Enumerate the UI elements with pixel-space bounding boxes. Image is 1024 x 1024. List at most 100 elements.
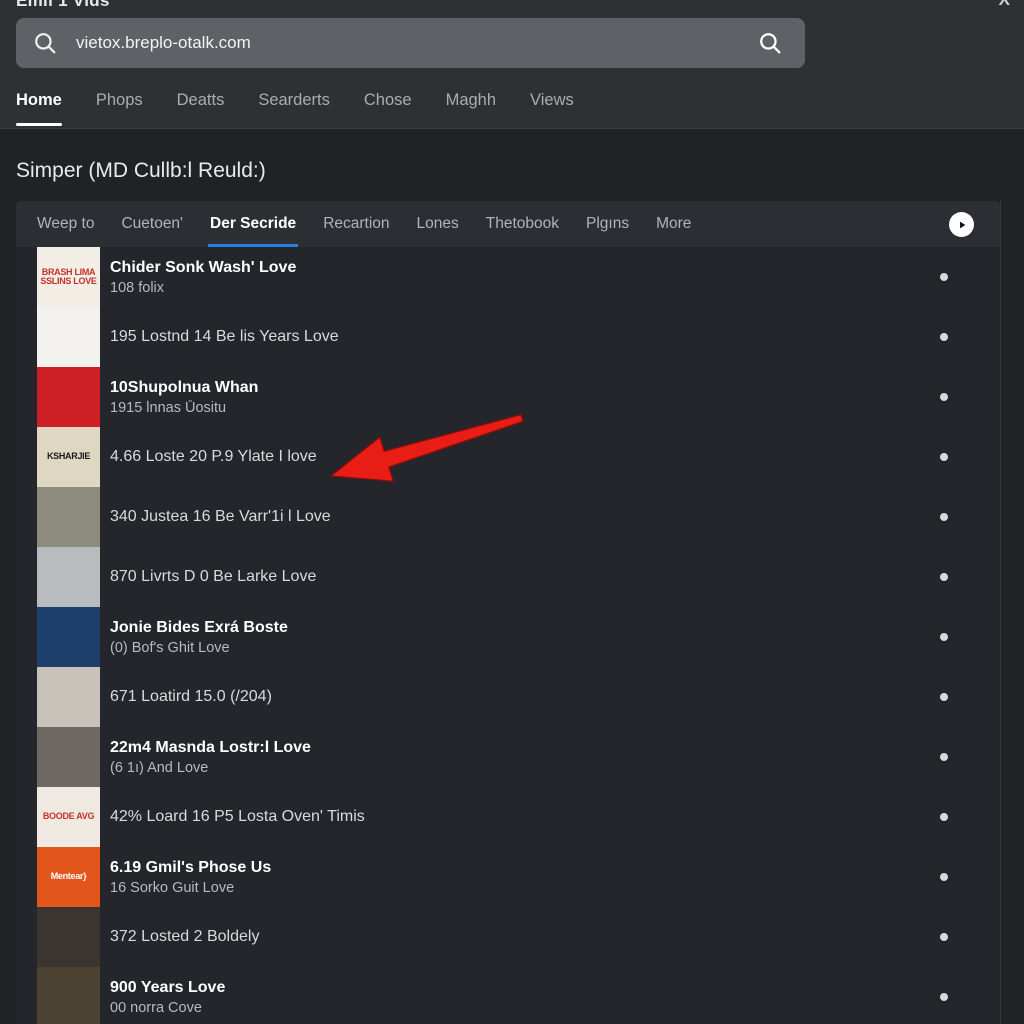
bullet-dot-icon[interactable] (940, 753, 948, 761)
window-title-clipped: Emil 1 Vids (16, 0, 110, 10)
thumbnail[interactable]: Mentear} (37, 847, 100, 907)
list-item-text: 372 Losted 2 Boldely (110, 907, 940, 967)
search-submit-icon[interactable] (757, 30, 783, 56)
bullet-dot-icon[interactable] (940, 813, 948, 821)
window-close-clipped[interactable]: X (999, 0, 1010, 10)
bullet-dot-icon[interactable] (940, 273, 948, 281)
thumbnail-artwork (37, 667, 100, 727)
thumbnail[interactable] (37, 607, 100, 667)
list-item-title: 195 Lostnd 14 Be lis Years Love (110, 328, 339, 345)
thumbnail-artwork (37, 967, 100, 1024)
thumbnail[interactable] (37, 487, 100, 547)
bullet-dot-icon[interactable] (940, 333, 948, 341)
nav-tab-phops[interactable]: Phops (96, 82, 143, 129)
list-item-title: Chider Sonk Wash' Love (110, 258, 297, 276)
sub-tab-lones[interactable]: Lones (417, 201, 459, 247)
thumbnail[interactable] (37, 547, 100, 607)
list-item-title: 900 Years Love (110, 978, 226, 996)
thumbnail-artwork: BRASH LIMA SSLINS LOVE (37, 247, 100, 307)
search-input[interactable]: vietox.breplo-otalk.com (76, 33, 757, 53)
list-item-subtitle: (0) Bof's Ghit Love (110, 639, 230, 656)
list-item-text: 4.66 Loste 20 P.9 Ylate I love (110, 427, 940, 487)
search-bar[interactable]: vietox.breplo-otalk.com (16, 18, 805, 68)
list-item-title: 870 Livrts D 0 Be Larke Love (110, 568, 317, 585)
thumbnail-artwork (37, 727, 100, 787)
list-item[interactable]: 195 Lostnd 14 Be lis Years Love (16, 307, 1000, 367)
thumbnail[interactable] (37, 727, 100, 787)
thumbnail-artwork: Mentear} (37, 847, 100, 907)
list-item-title: 4.66 Loste 20 P.9 Ylate I love (110, 448, 317, 465)
sub-tab-thetobook[interactable]: Thetobook (486, 201, 559, 247)
list-item-text: 6.19 Gmil's Phose Us 16 Sorko Guit Love (110, 847, 940, 907)
bullet-dot-icon[interactable] (940, 453, 948, 461)
sub-tab-cuetoen-[interactable]: Cuetoen' (121, 201, 183, 247)
list-item-subtitle: (6 1ı) And Love (110, 759, 209, 776)
list-item-text: Jonie Bides Exrá Boste (0) Bof's Ghit Lov… (110, 607, 940, 667)
list-item[interactable]: Mentear} 6.19 Gmil's Phose Us 16 Sorko Gui… (16, 847, 1000, 907)
list-item[interactable]: 10Shupolnua Whan 1915 ĺnnas Ůositu (16, 367, 1000, 427)
list-item-text: 870 Livrts D 0 Be Larke Love (110, 547, 940, 607)
list-item-title: 42% Loard 16 P5 Losta Oven' Timis (110, 808, 365, 825)
list-item[interactable]: Jonie Bides Exrá Boste (0) Bof's Ghit Lov… (16, 607, 1000, 667)
secondary-tabs-group: Weep to Cuetoen' Der Secride Recartion Lones… (37, 201, 718, 247)
thumbnail[interactable]: BOODE AVG (37, 787, 100, 847)
bullet-dot-icon[interactable] (940, 573, 948, 581)
list-item[interactable]: BRASH LIMA SSLINS LOVE Chider Sonk Wash' … (16, 247, 1000, 307)
nav-tab-deatts[interactable]: Deatts (177, 82, 225, 129)
thumbnail[interactable] (37, 967, 100, 1024)
bullet-dot-icon[interactable] (940, 873, 948, 881)
bullet-dot-icon[interactable] (940, 933, 948, 941)
thumbnail[interactable] (37, 307, 100, 367)
thumbnail-artwork: KSHARJIE (37, 427, 100, 487)
list-item-subtitle: 00 norra Cove (110, 999, 202, 1016)
list-item-title: 6.19 Gmil's Phose Us (110, 858, 272, 876)
play-icon[interactable] (949, 212, 974, 237)
sub-tab-weep-to[interactable]: Weep to (37, 201, 94, 247)
bullet-dot-icon[interactable] (940, 633, 948, 641)
list-item-subtitle: 16 Sorko Guit Love (110, 879, 235, 896)
list-item[interactable]: 671 Loatird 15.0 (/204) (16, 667, 1000, 727)
sub-tab-plg-ns[interactable]: Plgıns (586, 201, 629, 247)
list-item[interactable]: KSHARJIE 4.66 Loste 20 P.9 Ylate I love (16, 427, 1000, 487)
nav-tab-chose[interactable]: Chose (364, 82, 412, 129)
nav-tab-views[interactable]: Views (530, 82, 574, 129)
nav-tab-home[interactable]: Home (16, 82, 62, 129)
nav-tab-maghh[interactable]: Maghh (446, 82, 496, 129)
sub-tab-more[interactable]: More (656, 201, 691, 247)
list-item-text: 10Shupolnua Whan 1915 ĺnnas Ůositu (110, 367, 940, 427)
thumbnail-artwork (37, 607, 100, 667)
list-item[interactable]: 900 Years Love 00 norra Cove (16, 967, 1000, 1024)
primary-nav-tabs: Home Phops Deatts Searderts Chose Maghh Views (0, 82, 1024, 129)
list-item-title: 340 Justea 16 Be Varr'1i l Love (110, 508, 331, 525)
list-item[interactable]: 870 Livrts D 0 Be Larke Love (16, 547, 1000, 607)
sub-tab-recartion[interactable]: Recartion (323, 201, 389, 247)
bullet-dot-icon[interactable] (940, 393, 948, 401)
thumbnail-artwork (37, 547, 100, 607)
sub-tab-der-secride[interactable]: Der Secride (208, 201, 299, 247)
panel-right-seam (1000, 201, 1001, 1024)
list-item-text: 22m4 Masnda Lostr:l Love (6 1ı) And Love (110, 727, 940, 787)
thumbnail[interactable] (37, 907, 100, 967)
thumbnail[interactable]: BRASH LIMA SSLINS LOVE (37, 247, 100, 307)
app-root: Emil 1 Vids X vietox.breplo-otalk.com Ho… (0, 0, 1024, 1024)
app-header: Emil 1 Vids X vietox.breplo-otalk.com Ho… (0, 0, 1024, 129)
thumbnail[interactable] (37, 367, 100, 427)
bullet-dot-icon[interactable] (940, 993, 948, 1001)
list-item-text: 671 Loatird 15.0 (/204) (110, 667, 940, 727)
thumbnail-artwork (37, 367, 100, 427)
thumbnail-artwork: BOODE AVG (37, 787, 100, 847)
list-item-title: 671 Loatird 15.0 (/204) (110, 688, 272, 705)
list-item[interactable]: 340 Justea 16 Be Varr'1i l Love (16, 487, 1000, 547)
list-item[interactable]: 372 Losted 2 Boldely (16, 907, 1000, 967)
list-item[interactable]: BOODE AVG 42% Loard 16 P5 Losta Oven' Tim… (16, 787, 1000, 847)
thumbnail[interactable]: KSHARJIE (37, 427, 100, 487)
list-item-text: 42% Loard 16 P5 Losta Oven' Timis (110, 787, 940, 847)
bullet-dot-icon[interactable] (940, 513, 948, 521)
thumbnail[interactable] (37, 667, 100, 727)
list-item-text: Chider Sonk Wash' Love 108 folix (110, 247, 940, 307)
list-item-title: 372 Losted 2 Boldely (110, 928, 260, 945)
nav-tab-searderts[interactable]: Searderts (258, 82, 330, 129)
list-item[interactable]: 22m4 Masnda Lostr:l Love (6 1ı) And Love (16, 727, 1000, 787)
thumbnail-artwork (37, 487, 100, 547)
bullet-dot-icon[interactable] (940, 693, 948, 701)
